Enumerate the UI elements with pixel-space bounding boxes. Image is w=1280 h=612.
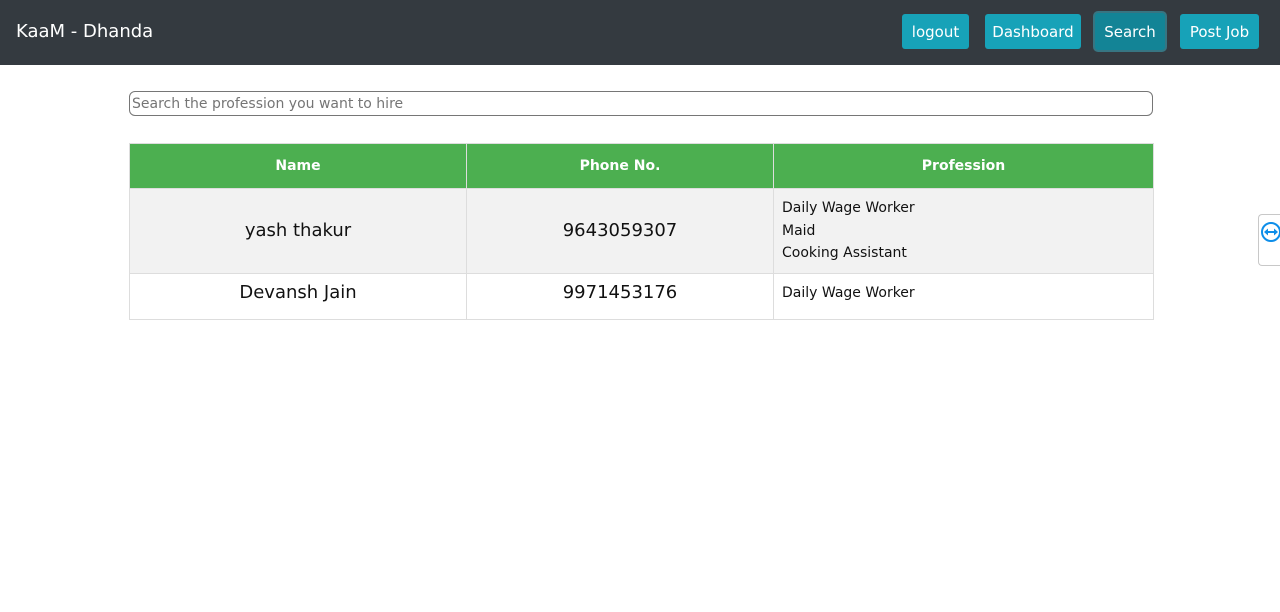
- table-row: yash thakur 9643059307 Daily Wage Worker…: [129, 188, 1154, 274]
- logout-button[interactable]: logout: [902, 14, 969, 49]
- cell-name: yash thakur: [129, 188, 467, 274]
- dashboard-button[interactable]: Dashboard: [985, 14, 1081, 49]
- search-button[interactable]: Search: [1095, 13, 1165, 50]
- header-name: Name: [129, 143, 467, 189]
- results-table: Name Phone No. Profession yash thakur 96…: [129, 143, 1154, 320]
- teamviewer-widget[interactable]: [1258, 214, 1280, 266]
- profession-item: Cooking Assistant: [782, 245, 907, 261]
- header-profession: Profession: [773, 143, 1154, 189]
- header-phone: Phone No.: [466, 143, 774, 189]
- cell-phone: 9971453176: [466, 272, 774, 320]
- post-job-button[interactable]: Post Job: [1180, 14, 1259, 49]
- profession-search-input[interactable]: [129, 91, 1153, 116]
- top-navbar: KaaM - Dhanda logout Dashboard Search Po…: [0, 0, 1280, 65]
- profession-item: Maid: [782, 222, 816, 239]
- cell-profession: Daily Wage Worker: [773, 272, 1154, 320]
- table-row: Devansh Jain 9971453176 Daily Wage Worke…: [129, 272, 1154, 320]
- table-header-row: Name Phone No. Profession: [129, 143, 1154, 189]
- cell-profession: Daily Wage Worker Maid Cooking Assistant: [773, 188, 1154, 274]
- cell-name: Devansh Jain: [129, 272, 467, 320]
- profession-item: Daily Wage Worker: [782, 284, 915, 301]
- cell-phone: 9643059307: [466, 188, 774, 274]
- brand-title[interactable]: KaaM - Dhanda: [16, 20, 153, 44]
- profession-item: Daily Wage Worker: [782, 200, 915, 216]
